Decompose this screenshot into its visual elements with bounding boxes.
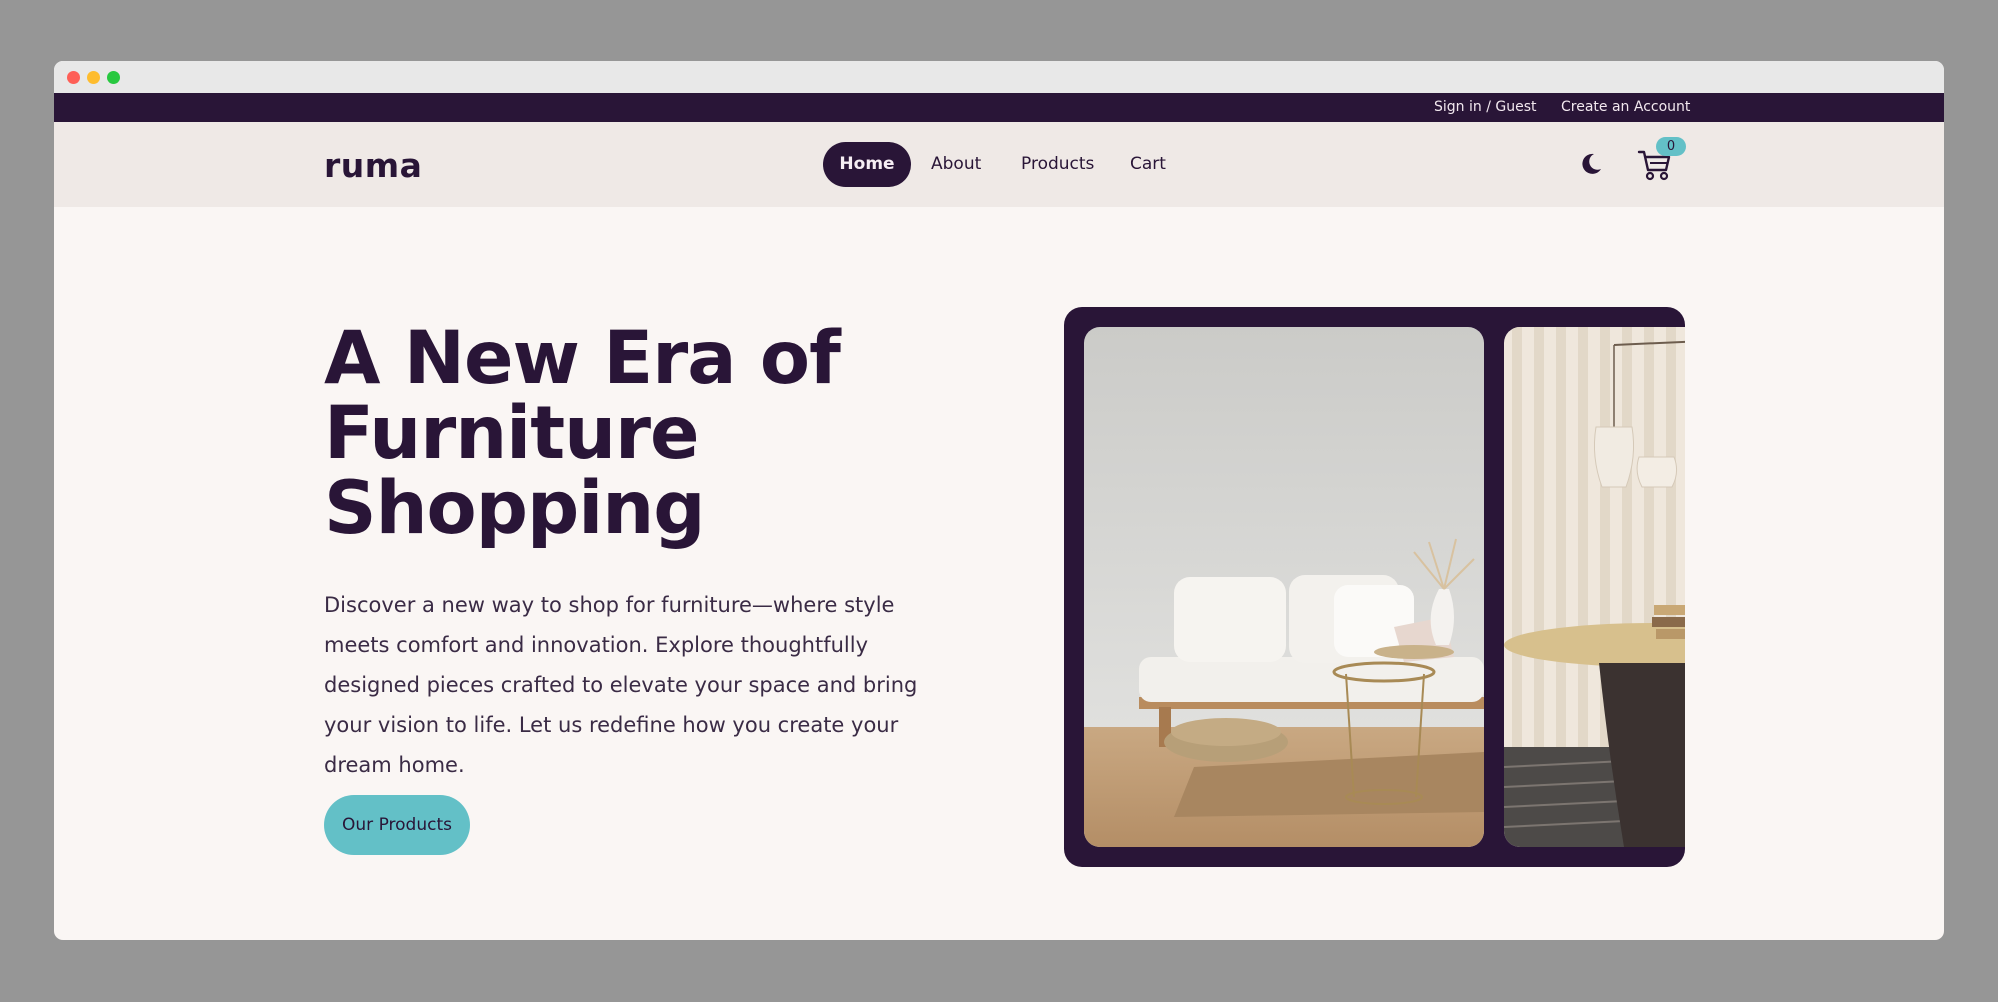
create-account-link[interactable]: Create an Account [1561, 93, 1690, 122]
our-products-button[interactable]: Our Products [324, 795, 470, 855]
carousel-image-living-room [1084, 327, 1484, 847]
cart-count-badge: 0 [1656, 137, 1686, 156]
top-bar: Sign in / Guest Create an Account [54, 93, 1944, 122]
browser-window: Sign in / Guest Create an Account ruma H… [54, 61, 1944, 940]
carousel-image-dining-room [1504, 327, 1685, 847]
hero-title: A New Era of Furniture Shopping [324, 316, 841, 551]
nav-link-products[interactable]: Products [1021, 142, 1094, 187]
nav-link-cart[interactable]: Cart [1130, 142, 1166, 187]
minimize-window-button[interactable] [87, 71, 100, 84]
moon-icon[interactable] [1578, 151, 1604, 177]
nav-link-about[interactable]: About [931, 142, 981, 187]
hero-description: Discover a new way to shop for furniture… [324, 593, 918, 777]
window-titlebar [54, 61, 1944, 93]
logo[interactable]: ruma [324, 146, 422, 185]
maximize-window-button[interactable] [107, 71, 120, 84]
nav-link-home[interactable]: Home [823, 142, 911, 187]
hero-carousel[interactable] [1064, 307, 1685, 867]
sign-in-link[interactable]: Sign in / Guest [1434, 93, 1536, 122]
close-window-button[interactable] [67, 71, 80, 84]
navbar: ruma Home About Products Cart 0 [54, 122, 1944, 207]
